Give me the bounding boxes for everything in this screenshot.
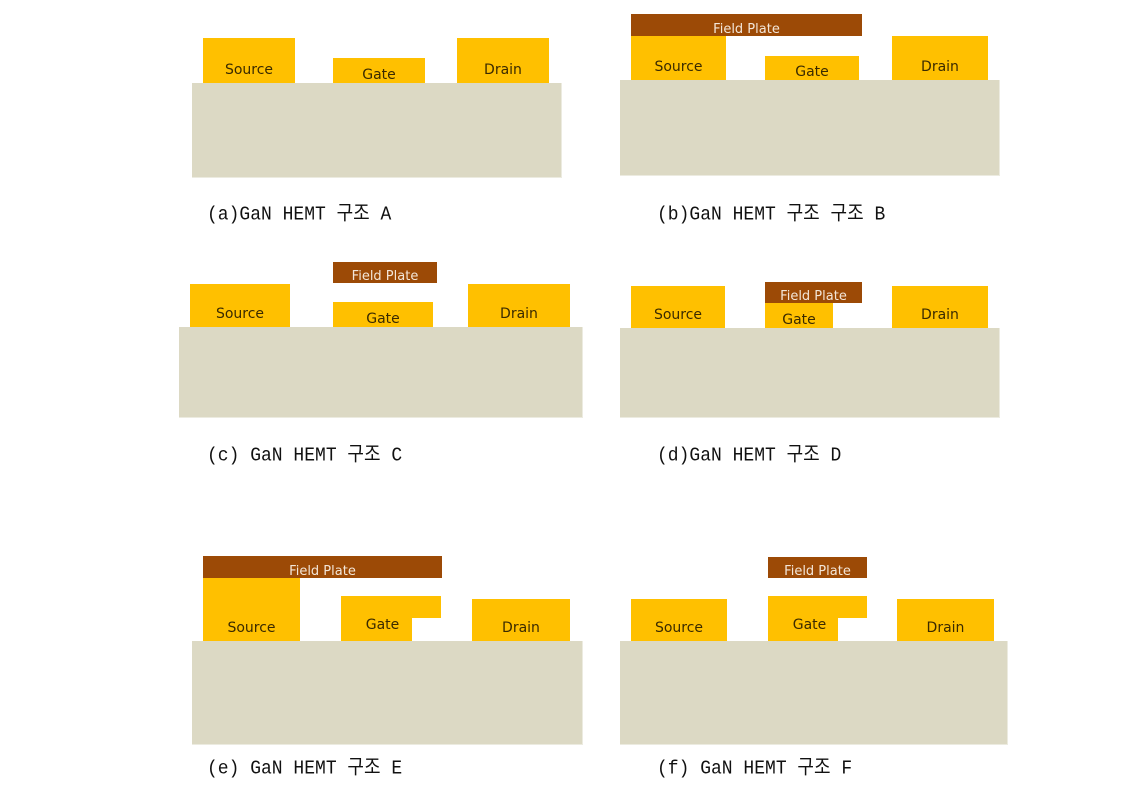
drain-electrode: Drain bbox=[457, 38, 549, 83]
substrate bbox=[620, 641, 1008, 745]
gate-top bbox=[768, 596, 867, 618]
substrate bbox=[192, 83, 562, 178]
drain-electrode: Drain bbox=[892, 36, 988, 80]
gate-label: Gate bbox=[365, 617, 400, 633]
field-plate: Field Plate bbox=[631, 14, 862, 36]
substrate bbox=[192, 641, 583, 745]
caption: (d)GaN HEMT 구조 D bbox=[657, 445, 842, 468]
gate-electrode: Gate bbox=[765, 303, 833, 328]
drain-electrode: Drain bbox=[897, 599, 994, 641]
field-plate: Field Plate bbox=[203, 556, 442, 578]
source-electrode: Source bbox=[631, 36, 726, 80]
source-electrode: Source bbox=[631, 599, 727, 641]
substrate bbox=[620, 328, 1000, 418]
substrate bbox=[179, 327, 583, 418]
source-electrode: Source bbox=[631, 286, 725, 328]
caption: (b)GaN HEMT 구조 구조 B bbox=[657, 204, 886, 227]
gate-electrode: Gate bbox=[333, 302, 433, 327]
field-plate: Field Plate bbox=[333, 262, 437, 283]
drain-electrode: Drain bbox=[468, 284, 570, 327]
caption: (e) GaN HEMT 구조 E bbox=[207, 758, 403, 781]
field-plate: Field Plate bbox=[765, 282, 862, 303]
drain-electrode: Drain bbox=[472, 599, 570, 641]
caption: (a)GaN HEMT 구조 A bbox=[207, 204, 392, 227]
source-electrode: Source bbox=[190, 284, 290, 327]
caption: (c) GaN HEMT 구조 C bbox=[207, 445, 403, 468]
gate-electrode: Gate bbox=[765, 56, 859, 80]
substrate bbox=[620, 80, 1000, 176]
gate-label: Gate bbox=[792, 617, 827, 633]
gate-top bbox=[341, 596, 441, 618]
source-electrode: Source bbox=[203, 578, 300, 641]
source-electrode: Source bbox=[203, 38, 295, 83]
drain-electrode: Drain bbox=[892, 286, 988, 328]
field-plate: Field Plate bbox=[768, 557, 867, 578]
caption: (f) GaN HEMT 구조 F bbox=[657, 758, 853, 781]
gate-electrode: Gate bbox=[333, 58, 425, 83]
